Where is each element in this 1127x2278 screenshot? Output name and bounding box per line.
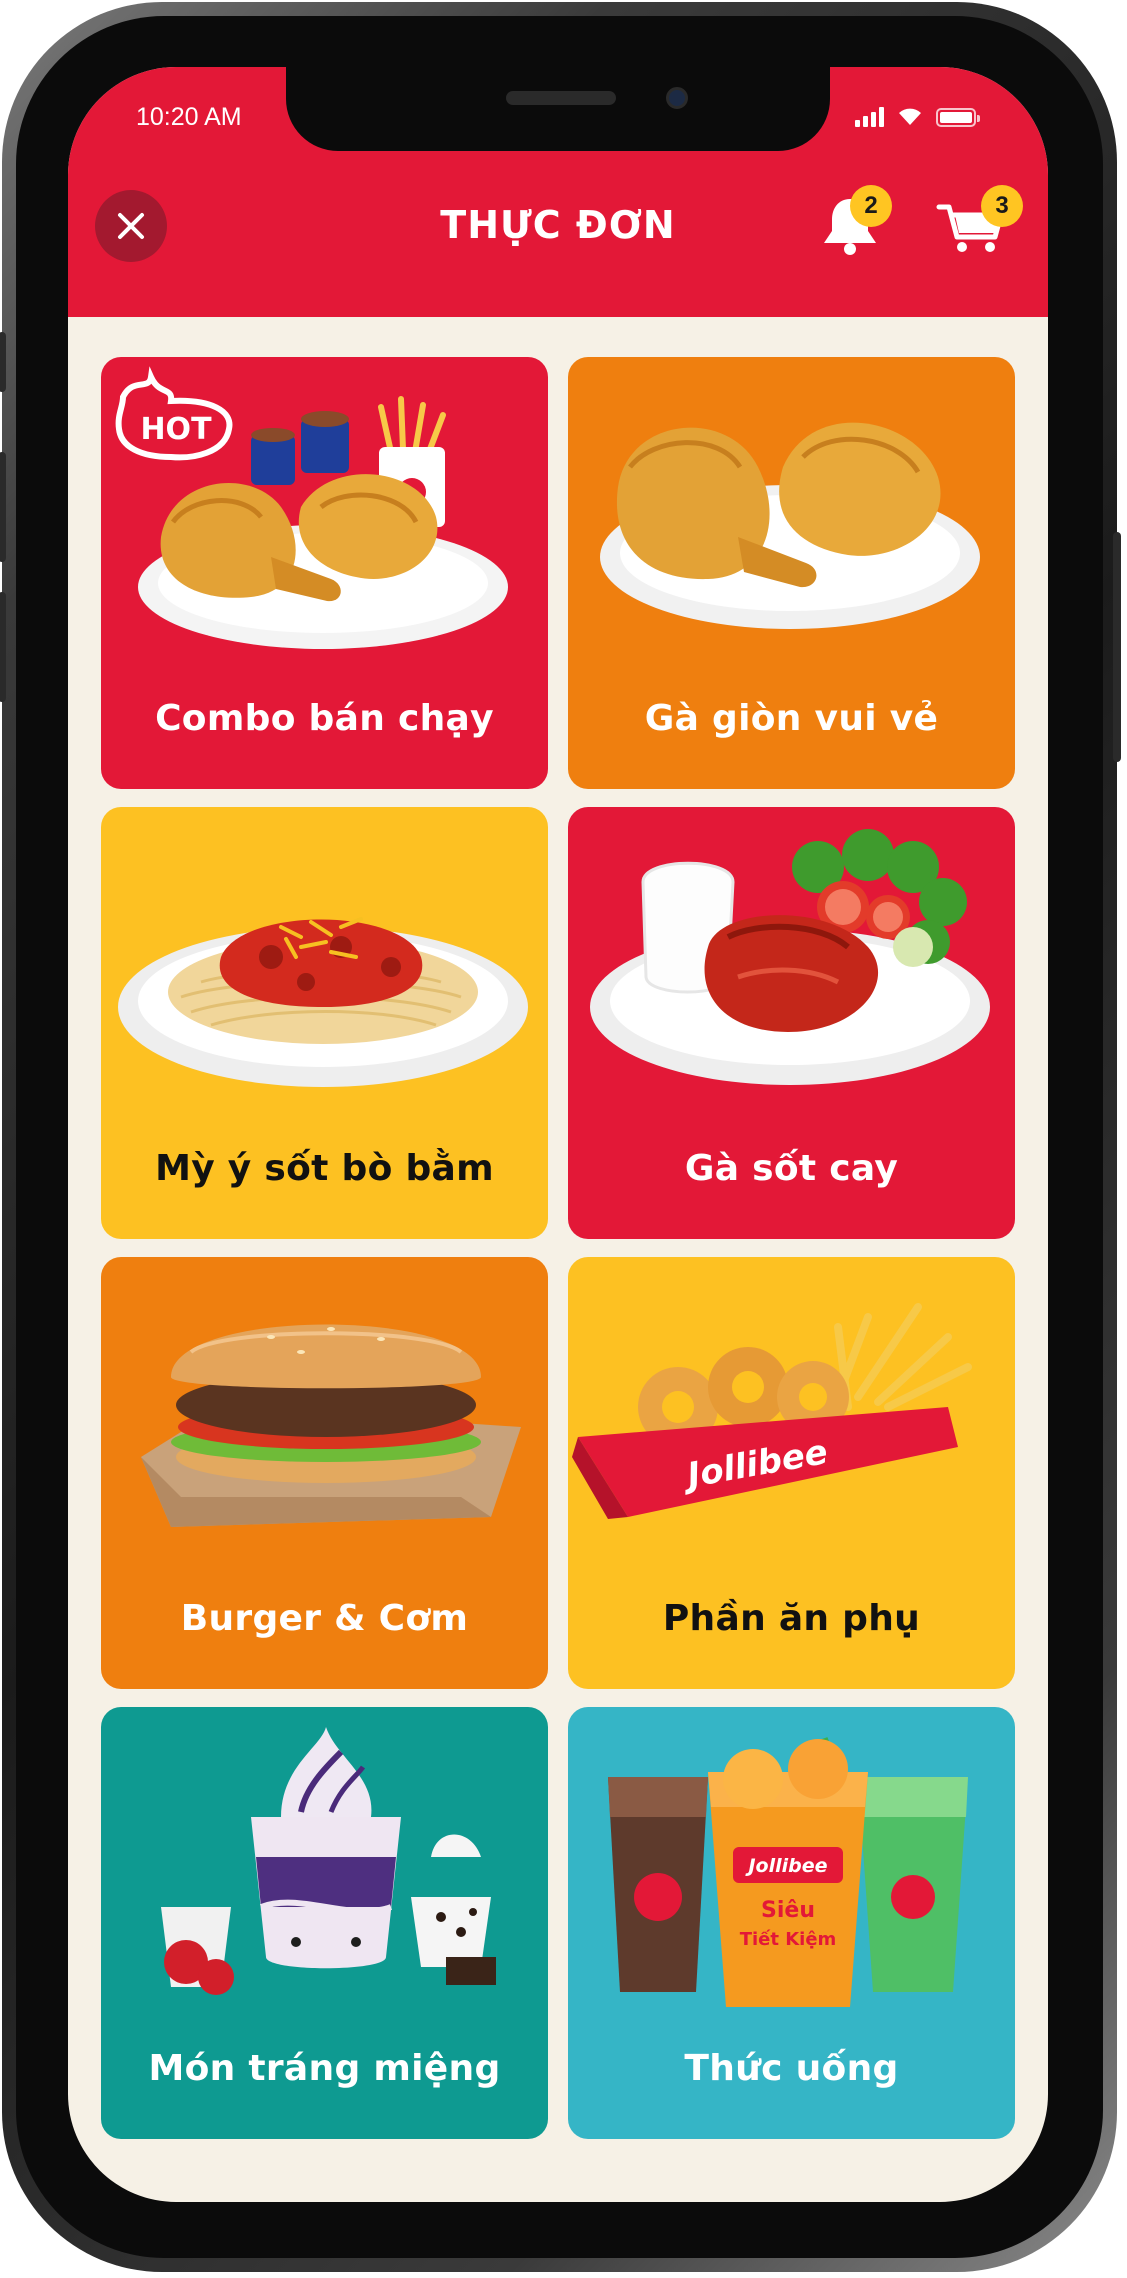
close-button[interactable] xyxy=(95,190,167,262)
category-label: Phần ăn phụ xyxy=(662,1598,921,1639)
category-ga-sot-cay[interactable]: Gà sốt cay xyxy=(568,807,1015,1239)
svg-text:Tiết Kiệm: Tiết Kiệm xyxy=(740,1929,837,1950)
svg-text:Siêu: Siêu xyxy=(761,1898,815,1923)
dessert-icon xyxy=(161,1727,496,1995)
wifi-icon xyxy=(899,108,921,125)
category-thuc-uong[interactable]: Jollibee Siêu Tiết Kiệm Thức uống xyxy=(568,1707,1015,2139)
device-notch xyxy=(286,67,830,151)
status-icons xyxy=(855,105,980,127)
category-combo-ban-chay[interactable]: HOT Combo bán chạy xyxy=(101,357,548,789)
earpiece-speaker xyxy=(506,91,616,105)
battery-icon xyxy=(936,108,980,127)
category-my-y-sot-bo-bam[interactable]: Mỳ ý sốt bò bằm xyxy=(101,807,548,1239)
cart-badge: 3 xyxy=(981,185,1023,227)
fries-icon: Jollibee xyxy=(572,1303,972,1519)
status-time: 10:20 AM xyxy=(136,103,242,131)
category-burger-com[interactable]: Burger & Cơm xyxy=(101,1257,548,1689)
category-label: Combo bán chạy xyxy=(155,698,494,739)
category-label: Món tráng miệng xyxy=(148,2048,501,2089)
volume-up-button xyxy=(0,452,6,562)
power-button xyxy=(1113,532,1121,762)
front-camera xyxy=(666,87,688,109)
app-header: 10:20 AM THỰC ĐƠN 2 3 xyxy=(68,67,1048,317)
category-phan-an-phu[interactable]: Jollibee Phần ăn phụ xyxy=(568,1257,1015,1689)
notifications-badge: 2 xyxy=(850,185,892,227)
fried-chicken-icon xyxy=(600,422,980,629)
fried-chicken-combo-icon: HOT xyxy=(115,366,508,649)
hot-badge: HOT xyxy=(140,412,212,447)
category-mon-trang-mieng[interactable]: Món tráng miệng xyxy=(101,1707,548,2139)
menu-category-grid: HOT Combo bán chạy Gà giòn vui vẻ Mỳ ý s… xyxy=(101,357,1015,2185)
cellular-signal-icon xyxy=(855,107,884,127)
category-label: Mỳ ý sốt bò bằm xyxy=(155,1148,494,1189)
burger-icon xyxy=(141,1324,521,1527)
spicy-chicken-icon xyxy=(590,829,990,1085)
volume-down-button xyxy=(0,592,6,702)
drinks-icon: Jollibee Siêu Tiết Kiệm xyxy=(608,1737,968,2007)
silent-switch xyxy=(0,332,6,392)
spaghetti-icon xyxy=(118,917,528,1087)
page-title: THỰC ĐƠN xyxy=(440,203,676,247)
category-label: Gà giòn vui vẻ xyxy=(644,698,939,739)
category-ga-gion-vui-ve[interactable]: Gà giòn vui vẻ xyxy=(568,357,1015,789)
close-icon xyxy=(118,213,144,239)
category-label: Gà sốt cay xyxy=(684,1148,899,1189)
svg-text:Jollibee: Jollibee xyxy=(744,1855,827,1877)
notifications-button[interactable]: 2 xyxy=(810,185,892,265)
app-screen: 10:20 AM THỰC ĐƠN 2 3 HOT Combo bán chạy… xyxy=(68,67,1048,2202)
category-label: Thức uống xyxy=(684,2048,899,2089)
category-label: Burger & Cơm xyxy=(180,1598,469,1639)
cart-button[interactable]: 3 xyxy=(931,185,1023,265)
